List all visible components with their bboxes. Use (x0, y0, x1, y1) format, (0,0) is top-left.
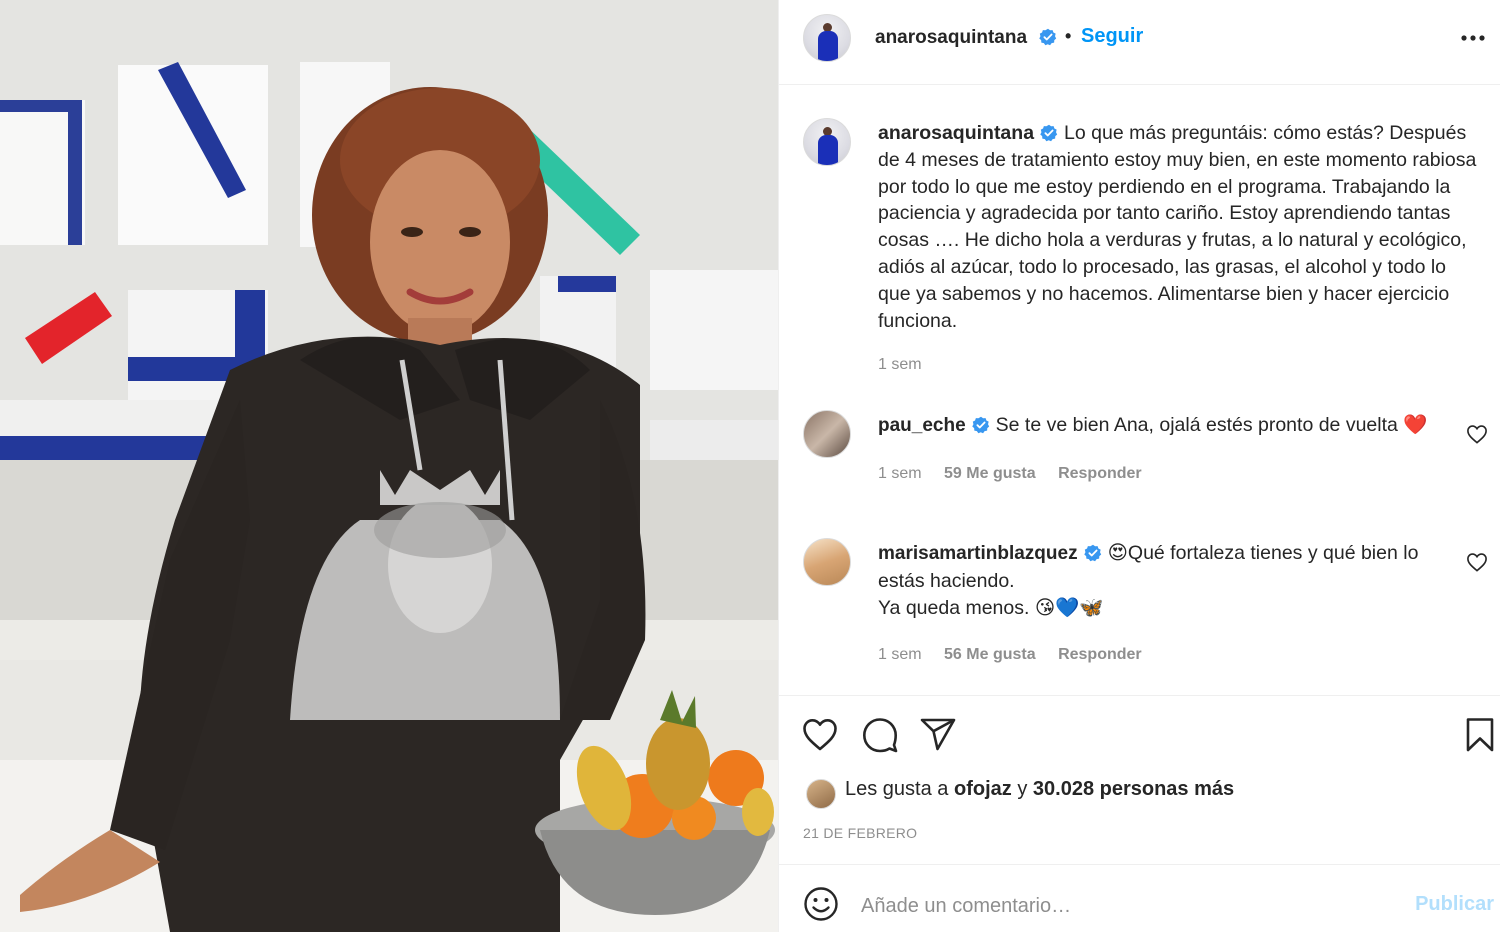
comment-time: 1 sem (878, 465, 922, 482)
comment-avatar-pau[interactable] (803, 410, 851, 458)
caption-username[interactable]: anarosaquintana (878, 122, 1034, 144)
verified-badge-icon (1040, 124, 1058, 142)
comment-time: 1 sem (878, 646, 922, 663)
comment-likes-count[interactable]: 59 Me gusta (944, 465, 1036, 482)
comment-username[interactable]: marisamartinblazquez (878, 543, 1078, 564)
comment-likes-count[interactable]: 56 Me gusta (944, 646, 1036, 663)
likes-prefix: Les gusta a (845, 778, 949, 800)
comment-avatar-marisa[interactable] (803, 538, 851, 586)
header-separator: • (1065, 26, 1072, 46)
save-bookmark-icon[interactable] (1461, 716, 1499, 754)
comments-divider (779, 695, 1500, 696)
likes-summary[interactable]: Les gusta a ofojaz y 30.028 personas más (845, 778, 1234, 801)
owner-username[interactable]: anarosaquintana (875, 27, 1027, 48)
add-comment-input[interactable] (861, 888, 1391, 924)
publish-button[interactable]: Publicar (1415, 893, 1494, 916)
post-photo-illustration (0, 0, 778, 932)
owner-username-header[interactable]: anarosaquintana (875, 26, 1057, 49)
comment-item: pau_eche Se te ve bien Ana, ojalá estés … (878, 412, 1468, 440)
caption-text: Lo que más preguntáis: cómo estás? Despu… (878, 122, 1477, 332)
likes-user[interactable]: ofojaz (954, 778, 1012, 800)
comment-bubble-icon[interactable] (861, 716, 899, 754)
comment-text-line2: Ya queda menos. 😘💙🦋 (878, 596, 1104, 619)
post-side-panel: anarosaquintana • Seguir anarosaquintana… (778, 0, 1500, 932)
post-caption: anarosaquintana Lo que más preguntáis: c… (878, 120, 1478, 334)
follow-button[interactable]: Seguir (1081, 25, 1143, 48)
like-heart-icon[interactable] (801, 716, 839, 754)
likes-joiner: y (1017, 778, 1028, 800)
post-photo[interactable] (0, 0, 778, 932)
verified-badge-icon (1038, 28, 1056, 46)
share-send-icon[interactable] (919, 716, 957, 754)
reply-button[interactable]: Responder (1058, 465, 1142, 482)
more-options-icon[interactable] (1460, 28, 1486, 48)
caption-avatar[interactable] (803, 118, 851, 166)
comment-item: marisamartinblazquez 😍Qué fortaleza tien… (878, 540, 1468, 621)
comment-like-heart-icon[interactable] (1466, 424, 1488, 444)
comment-meta: 1 sem 56 Me gusta Responder (878, 646, 1142, 664)
verified-badge-icon (1083, 544, 1101, 562)
header-divider (779, 84, 1500, 85)
post-date[interactable]: 21 DE FEBRERO (803, 825, 917, 841)
footer-divider (779, 864, 1500, 865)
verified-badge-icon (971, 416, 989, 434)
comment-like-heart-icon[interactable] (1466, 552, 1488, 572)
caption-time: 1 sem (878, 356, 922, 374)
comment-meta: 1 sem 59 Me gusta Responder (878, 465, 1142, 483)
owner-avatar[interactable] (803, 14, 851, 62)
reply-button[interactable]: Responder (1058, 646, 1142, 663)
caption-timestamp: 1 sem (878, 356, 922, 373)
likes-others[interactable]: 30.028 personas más (1033, 778, 1234, 800)
comment-text: Se te ve bien Ana, ojalá estés pronto de… (995, 414, 1428, 436)
comment-username[interactable]: pau_eche (878, 415, 966, 436)
liker-avatar[interactable] (806, 779, 836, 809)
emoji-smiley-icon[interactable] (803, 886, 839, 922)
